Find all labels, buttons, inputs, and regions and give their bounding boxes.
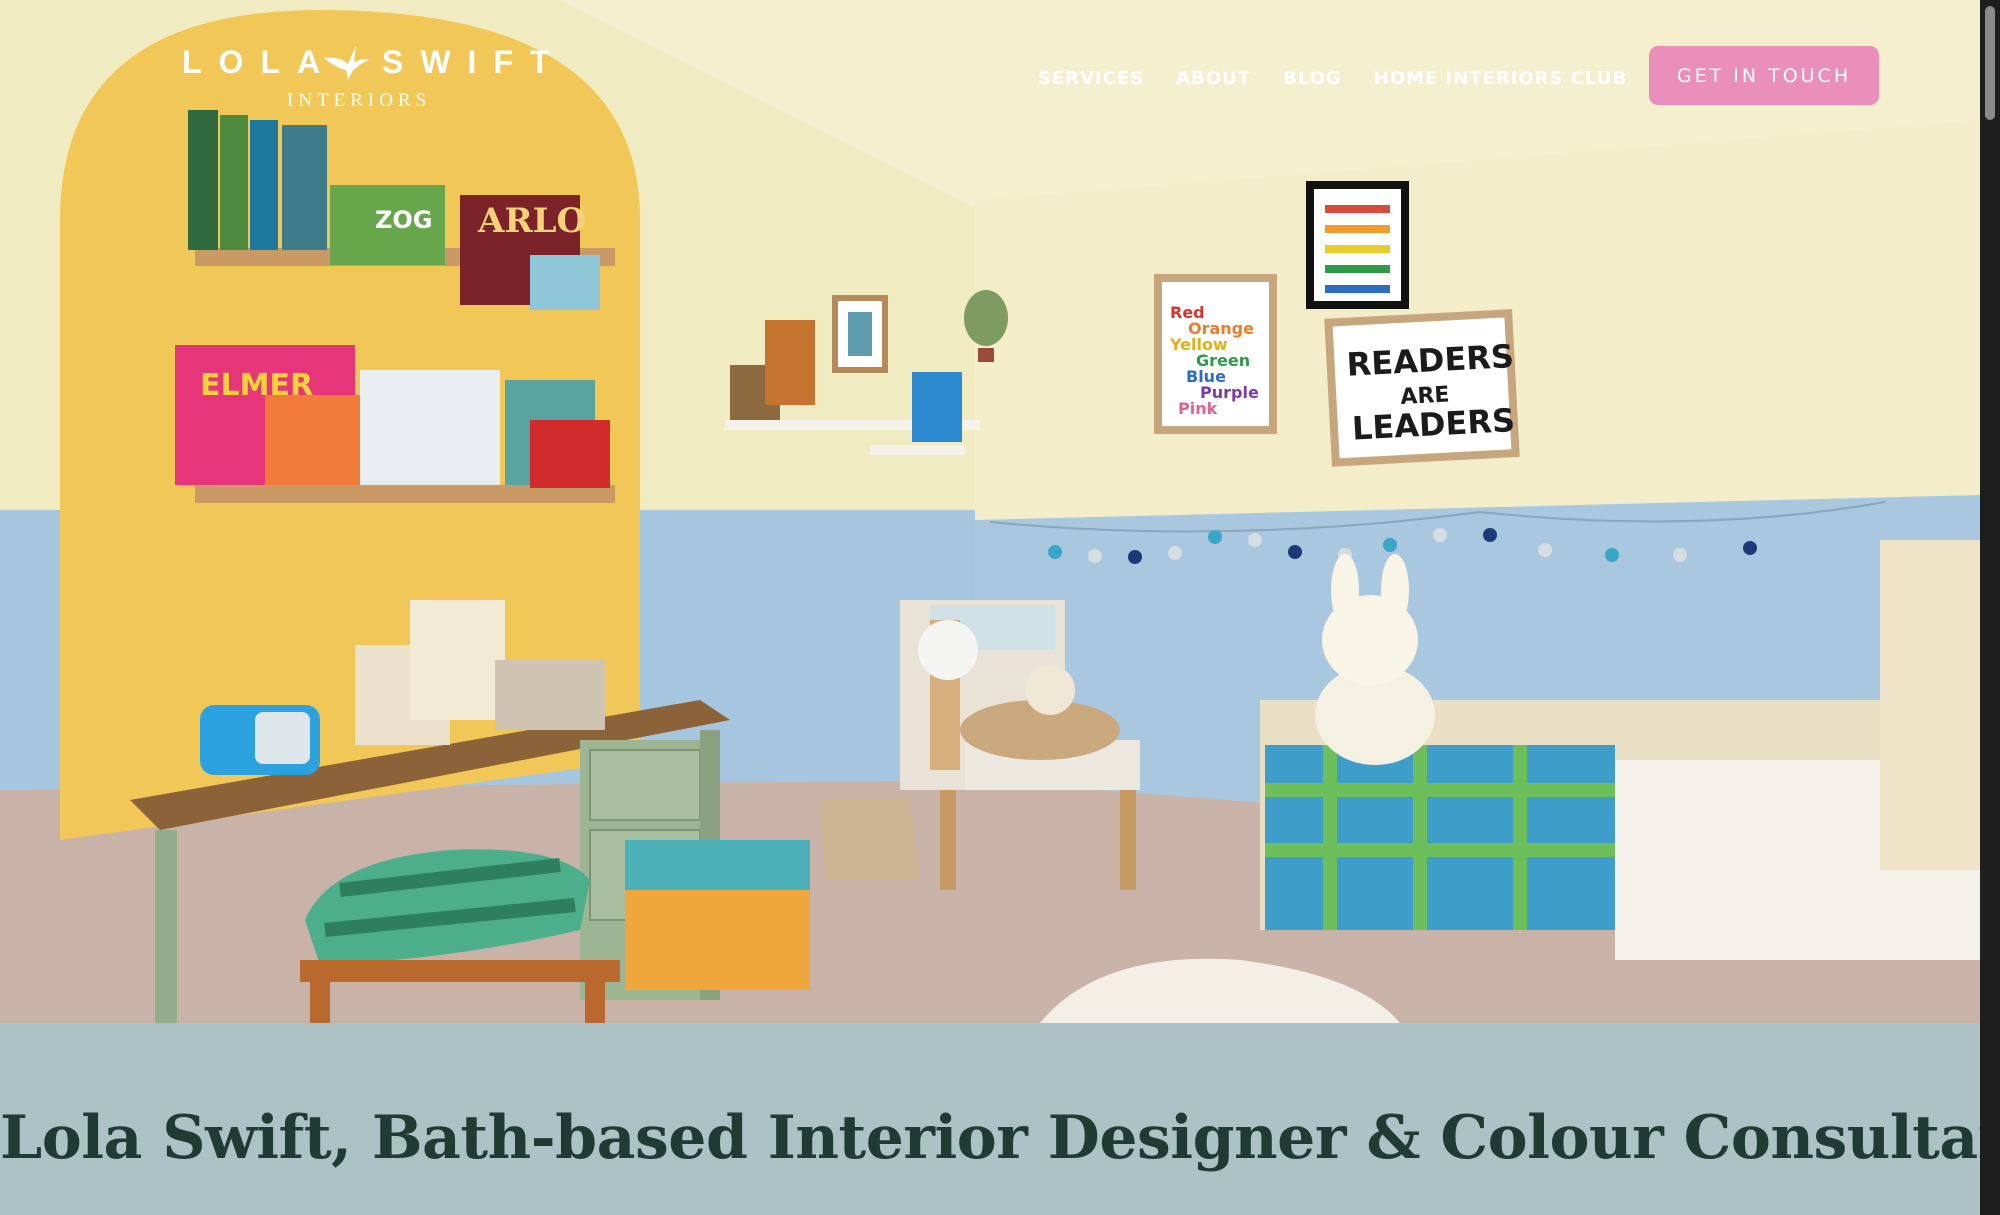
logo-subtitle: INTERIORS: [287, 90, 432, 111]
nav-home-interiors-club[interactable]: HOME INTERIORS CLUB: [1374, 68, 1628, 89]
svg-text:ZOG: ZOG: [375, 206, 433, 234]
svg-text:Pink: Pink: [1178, 399, 1218, 418]
nursery-photo: ZOG ARLO ELMER Red Orange Yellow Green B…: [0, 0, 1980, 1023]
blanket: [1265, 745, 1615, 930]
intro-section: Lola Swift, Bath-based Interior Designer…: [0, 1023, 1980, 1215]
svg-text:ARLO: ARLO: [477, 201, 586, 241]
logo-word-right: SWIFT: [382, 44, 567, 80]
site-logo[interactable]: LOLA SWIFT INTERIORS: [182, 40, 550, 114]
page-title: Lola Swift, Bath-based Interior Designer…: [0, 1103, 1980, 1173]
nav-about[interactable]: ABOUT: [1176, 68, 1251, 89]
hero-image: ZOG ARLO ELMER Red Orange Yellow Green B…: [0, 0, 1980, 1023]
main-nav: SERVICES ABOUT BLOG HOME INTERIORS CLUB: [1038, 58, 1659, 98]
page-scrollbar[interactable]: [1980, 0, 2000, 1215]
nav-blog[interactable]: BLOG: [1283, 68, 1342, 89]
nav-services[interactable]: SERVICES: [1038, 68, 1144, 89]
scrollbar-thumb[interactable]: [1985, 6, 1995, 120]
swift-bird-icon: [324, 46, 370, 80]
logo-word-left: LOLA: [182, 44, 338, 80]
get-in-touch-button[interactable]: GET IN TOUCH: [1649, 46, 1879, 105]
